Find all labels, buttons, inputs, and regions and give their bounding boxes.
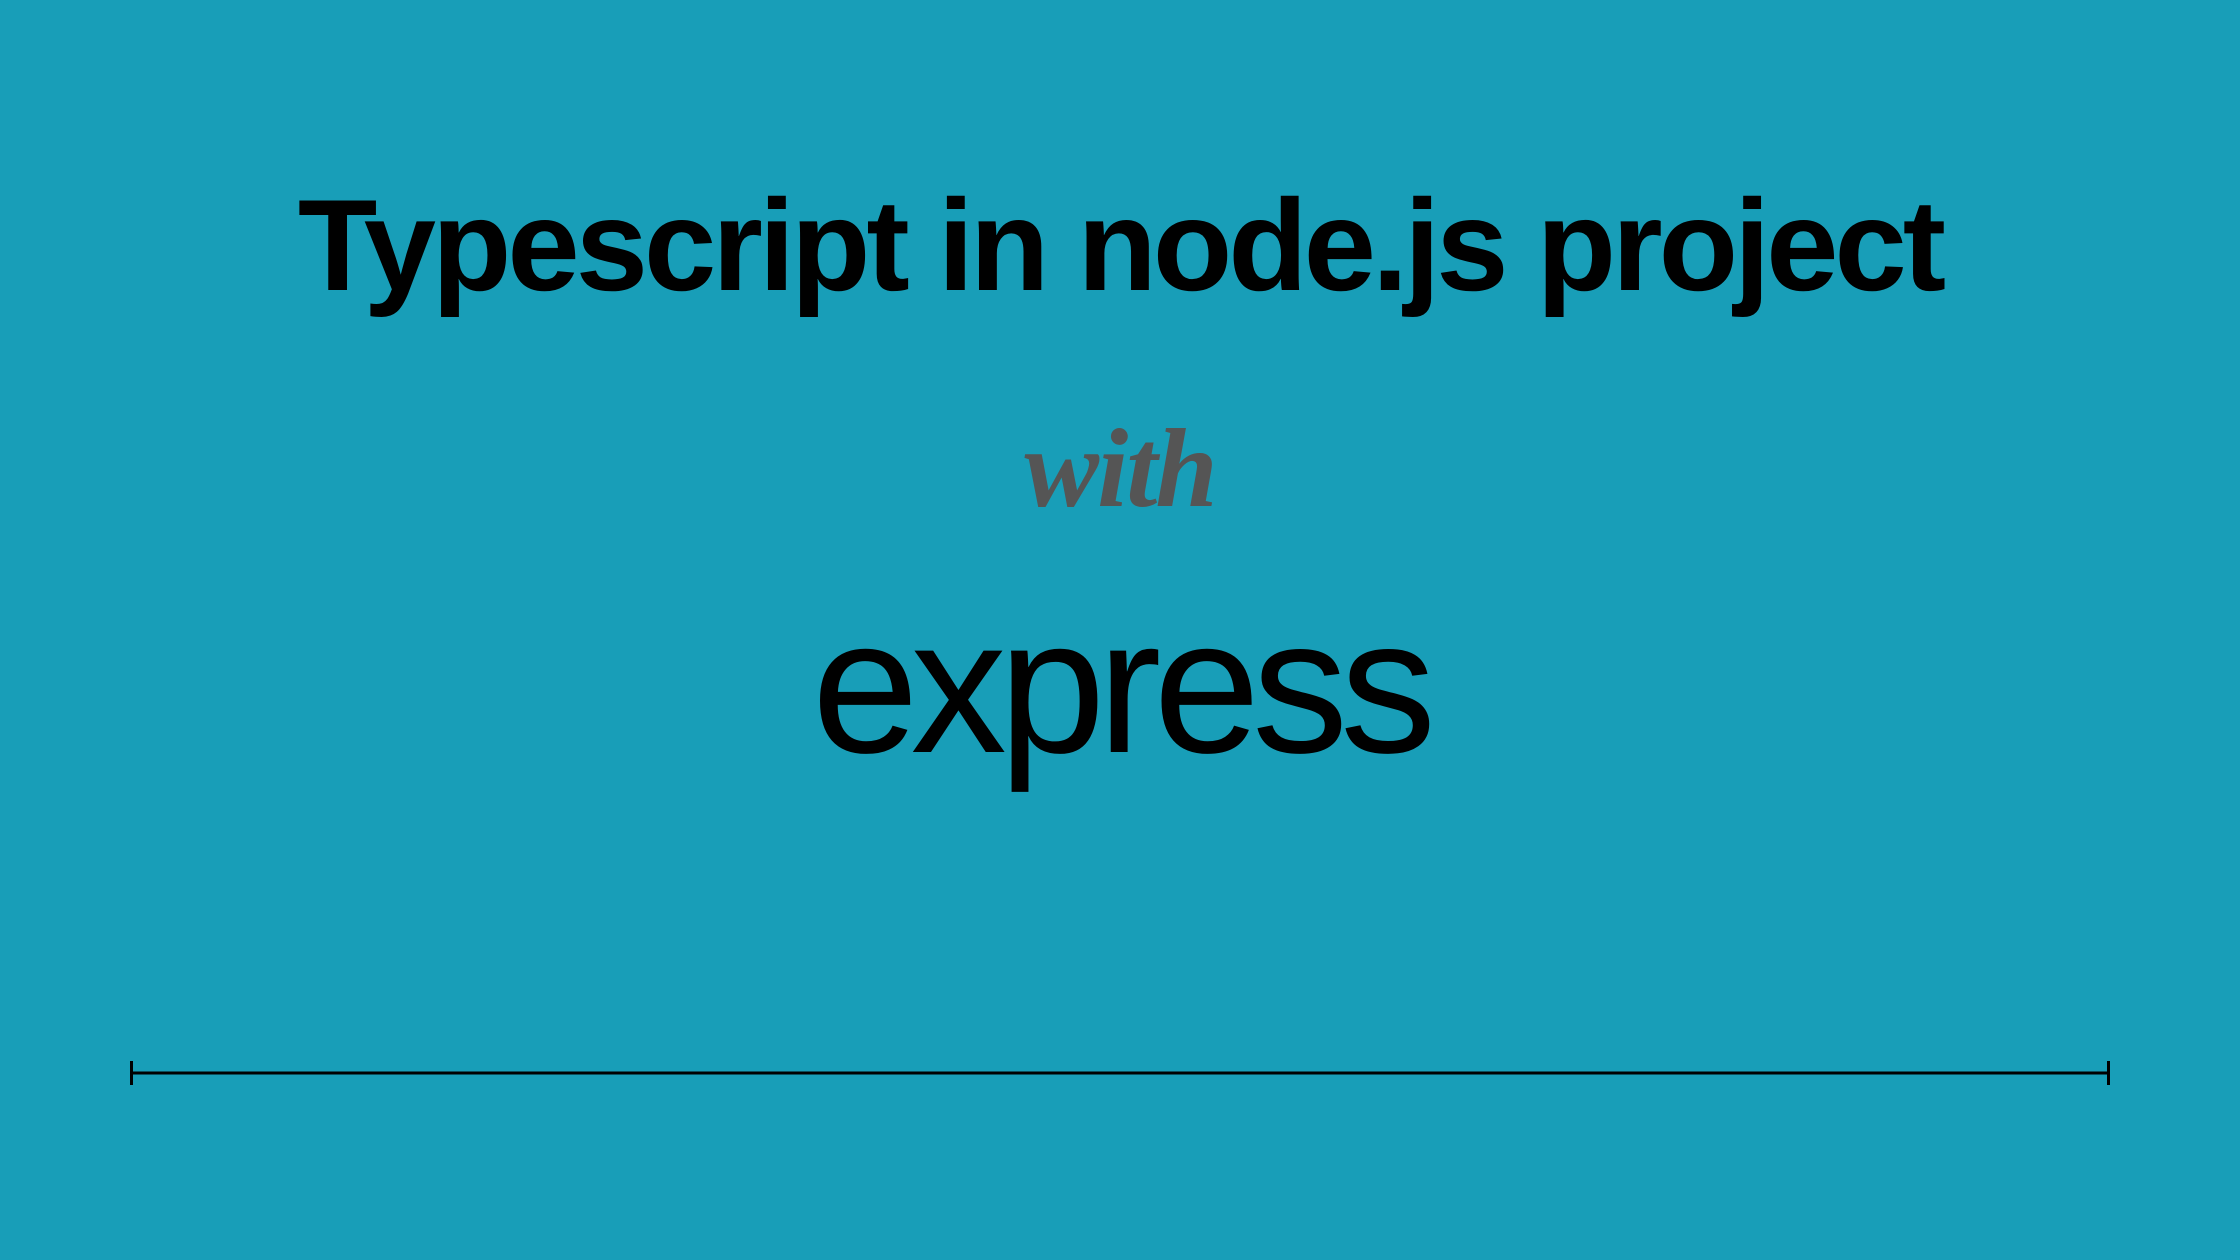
divider-cap-right — [2107, 1061, 2110, 1085]
divider-line — [130, 1072, 2110, 1075]
slide-with-text: with — [0, 405, 2240, 534]
horizontal-divider — [130, 1061, 2110, 1085]
slide: Typescript in node.js project with expre… — [0, 0, 2240, 1260]
express-logo-text: express — [0, 575, 2240, 796]
slide-title: Typescript in node.js project — [0, 170, 2240, 320]
